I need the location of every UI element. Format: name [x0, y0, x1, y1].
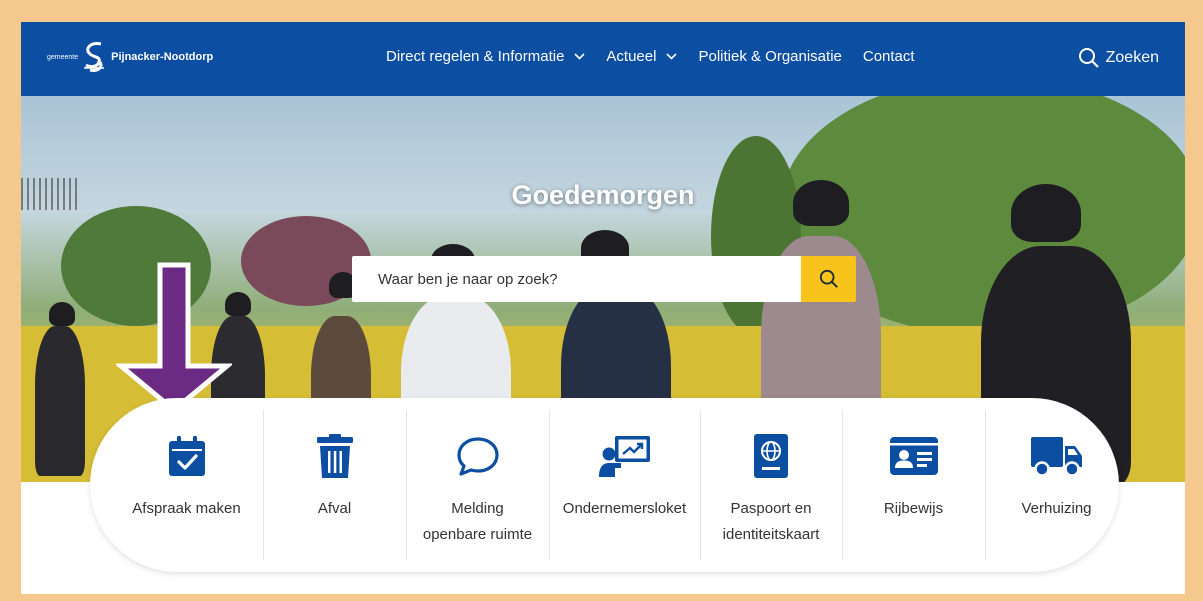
passport-icon	[754, 434, 788, 478]
tile-rijbewijs[interactable]: Rijbewijs	[842, 398, 985, 572]
tile-label: Afval	[317, 500, 352, 517]
tile-label: Verhuizing	[1021, 500, 1092, 517]
tile-verhuizing[interactable]: Verhuizing	[985, 398, 1128, 572]
quick-links-panel: Afspraak maken Afval Melding openbare ru…	[90, 398, 1119, 572]
nav-label: Actueel	[606, 48, 657, 65]
top-navigation-bar: gemeente Pijnacker-Nootdorp Direct regel…	[21, 22, 1185, 96]
rider	[35, 326, 85, 476]
presentation-board-icon	[598, 436, 650, 477]
search-icon	[1078, 48, 1099, 68]
chevron-down-icon	[666, 53, 678, 60]
tile-melding-openbare-ruimte[interactable]: Melding openbare ruimte	[406, 398, 549, 572]
tile-afspraak-maken[interactable]: Afspraak maken	[110, 398, 263, 572]
logo-name: Pijnacker-Nootdorp	[111, 51, 214, 63]
header-search-label: Zoeken	[1105, 49, 1159, 66]
nav-label: Politiek & Organisatie	[698, 48, 842, 65]
calendar-check-icon	[168, 436, 205, 476]
tile-paspoort-identiteitskaart[interactable]: Paspoort en identiteitskaart	[700, 398, 842, 572]
logo-prefix: gemeente	[47, 53, 79, 61]
nav-item-direct-regelen[interactable]: Direct regelen & Informatie	[386, 48, 585, 65]
tile-label: Paspoort en identiteitskaart	[722, 500, 820, 543]
trash-bin-icon	[316, 434, 353, 478]
id-card-icon	[889, 437, 938, 475]
search-input[interactable]: Waar ben je naar op zoek?	[352, 256, 801, 302]
tile-afval[interactable]: Afval	[263, 398, 406, 572]
nav-label: Contact	[862, 48, 915, 65]
tile-label: Ondernemersloket	[562, 500, 687, 517]
speech-bubble-icon	[456, 437, 499, 476]
logo-emblem-icon	[84, 42, 105, 72]
main-nav: Direct regelen & Informatie Actueel Poli…	[386, 48, 936, 65]
rider-helmet	[49, 302, 75, 326]
nav-item-politiek[interactable]: Politiek & Organisatie	[698, 48, 841, 65]
moving-truck-icon	[1030, 437, 1082, 477]
tile-label: Rijbewijs	[883, 500, 944, 517]
site-search: Waar ben je naar op zoek?	[352, 256, 856, 302]
tile-label: Afspraak maken	[132, 500, 241, 517]
nav-item-actueel[interactable]: Actueel	[606, 48, 678, 65]
chevron-down-icon	[574, 53, 585, 60]
greeting-title: Goedemorgen	[511, 180, 695, 210]
tile-label: Melding openbare ruimte	[422, 500, 533, 543]
header-search-button[interactable]: Zoeken	[1078, 47, 1159, 69]
page-frame: gemeente Pijnacker-Nootdorp Direct regel…	[21, 22, 1185, 594]
nav-label: Direct regelen & Informatie	[386, 48, 565, 65]
municipality-logo[interactable]: gemeente Pijnacker-Nootdorp	[47, 40, 213, 74]
search-submit-button[interactable]	[801, 256, 856, 302]
annotation-arrow-icon	[116, 262, 232, 414]
tile-ondernemersloket[interactable]: Ondernemersloket	[549, 398, 700, 572]
search-icon	[819, 269, 838, 288]
nav-item-contact[interactable]: Contact	[863, 48, 915, 65]
